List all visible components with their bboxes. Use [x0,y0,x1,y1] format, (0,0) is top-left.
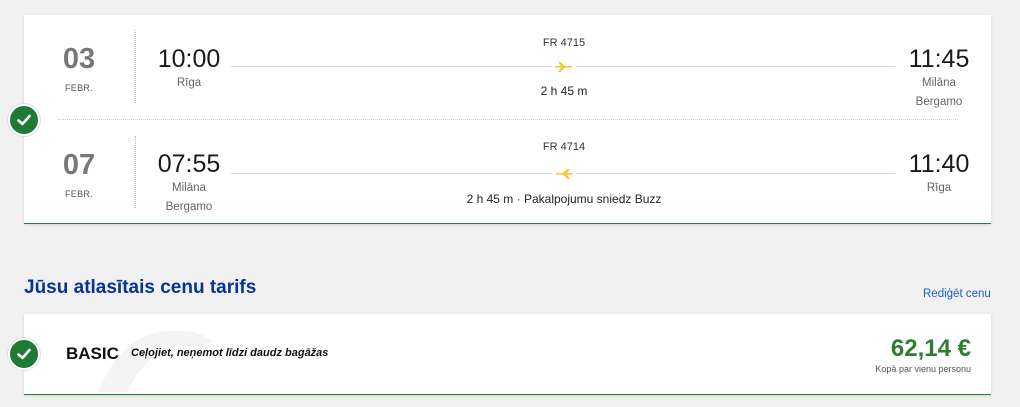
flight-duration: 2 h 45 m [540,84,588,98]
arrival-city-line2: Bergamo [915,96,963,108]
date-day: 03 [62,43,96,75]
date-month: FEBR. [64,189,93,199]
departure-time: 07:55 [157,150,221,178]
fare-name: BASIC [66,344,119,363]
date-divider [135,136,136,208]
departure-city-line2: Bergamo [165,201,213,213]
flight-date: 03 FEBR. [54,43,104,94]
flight-duration: 2 h 45 m · Pakalpojumu sniedz Buzz [466,192,662,206]
arrival-time: 11:45 [908,45,970,73]
edit-fare-link[interactable]: Rediģēt cenu [923,288,991,300]
arrival-time: 11:40 [908,150,970,178]
fare-section-title: Jūsu atlasītais cenu tarifs [24,277,257,298]
flights-card: 03 FEBR. 10:00 Rīga FR 4715 2 h 45 m 11:… [24,15,991,224]
departure-city: Milāna [172,182,206,194]
price-note: Kopā par vienu personu [875,364,971,374]
arrival-city: Rīga [926,182,952,194]
departure-time: 10:00 [157,45,221,73]
fare-card: BASIC Ceļojiet, neņemot līdzi daudz bagā… [24,314,991,395]
arrival: 11:45 Milāna Bergamo [904,47,974,110]
arrival-city: Milāna [922,77,956,89]
departure-city: Rīga [176,77,202,89]
plane-icon [552,60,576,74]
date-month: FEBR. [64,83,93,93]
return-flight: 07 FEBR. 07:55 Milāna Bergamo FR 4714 2 … [24,120,991,224]
departure: 10:00 Rīga [144,47,234,95]
outbound-flight: 03 FEBR. 10:00 Rīga FR 4715 2 h 45 m 11:… [24,15,991,119]
departure: 07:55 Milāna Bergamo [144,152,234,215]
check-icon [8,104,40,136]
arrival: 11:40 Rīga [904,152,974,200]
date-day: 07 [62,149,96,181]
check-icon [8,338,40,370]
flight-date: 07 FEBR. [54,149,104,200]
plane-icon [552,167,576,181]
fare-description: Ceļojiet, neņemot līdzi daudz bagāžas [131,347,329,359]
flight-number: FR 4715 [542,37,586,49]
date-divider [135,30,136,103]
flight-number: FR 4714 [542,141,586,153]
fare-price: 62,14 € [890,335,971,362]
